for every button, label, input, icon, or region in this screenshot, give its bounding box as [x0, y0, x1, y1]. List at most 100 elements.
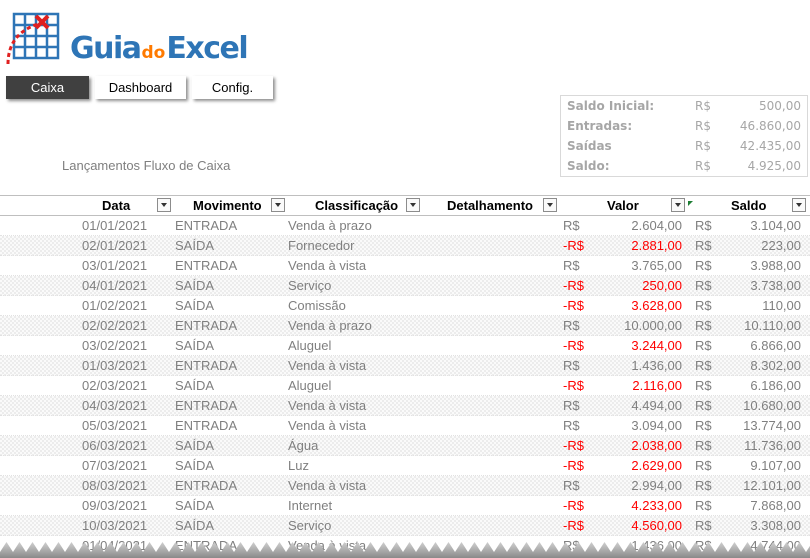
table-row[interactable]: 01/02/2021 SAÍDA Comissão -R$ 3.628,00 R$ 110,… [0, 296, 810, 316]
cell-classificacao[interactable]: Venda à vista [288, 256, 366, 276]
cell-movimento[interactable]: ENTRADA [175, 356, 237, 376]
cell-classificacao[interactable]: Serviço [288, 276, 331, 296]
table-row[interactable]: 03/01/2021 ENTRADA Venda à vista R$ 3.765,00… [0, 256, 810, 276]
cell-valor-currency[interactable]: R$ [563, 476, 580, 496]
cell-saldo[interactable]: 223,00 [761, 236, 801, 256]
cell-valor[interactable]: 1.436,00 [631, 356, 682, 376]
cell-movimento[interactable]: SAÍDA [175, 336, 214, 356]
table-row[interactable]: 01/01/2021 ENTRADA Venda à prazo R$ 2.604,00… [0, 216, 810, 236]
cell-valor[interactable]: 3.244,00 [631, 336, 682, 356]
cell-valor[interactable]: 2.038,00 [631, 436, 682, 456]
cell-valor-currency[interactable]: -R$ [563, 376, 584, 396]
cell-data[interactable]: 08/03/2021 [82, 476, 147, 496]
cell-saldo-currency[interactable]: R$ [695, 356, 712, 376]
table-row[interactable]: 08/03/2021 ENTRADA Venda à vista R$ 2.994,00… [0, 476, 810, 496]
table-row[interactable]: 02/03/2021 SAÍDA Aluguel -R$ 2.116,00 R$ 6.186… [0, 376, 810, 396]
cell-saldo[interactable]: 6.866,00 [750, 336, 801, 356]
cell-saldo-currency[interactable]: R$ [695, 336, 712, 356]
filter-dropdown-icon[interactable] [157, 198, 171, 212]
cell-saldo[interactable]: 8.302,00 [750, 356, 801, 376]
cell-valor[interactable]: 2.881,00 [631, 236, 682, 256]
cell-data[interactable]: 03/01/2021 [82, 256, 147, 276]
cell-valor[interactable]: 3.765,00 [631, 256, 682, 276]
filter-dropdown-icon[interactable] [543, 198, 557, 212]
cell-saldo[interactable]: 3.738,00 [750, 276, 801, 296]
cell-movimento[interactable]: ENTRADA [175, 316, 237, 336]
cell-data[interactable]: 10/03/2021 [82, 516, 147, 536]
cell-saldo[interactable]: 10.680,00 [743, 396, 801, 416]
table-row[interactable]: 02/02/2021 ENTRADA Venda à prazo R$ 10.000,0… [0, 316, 810, 336]
cell-saldo-currency[interactable]: R$ [695, 496, 712, 516]
cell-saldo-currency[interactable]: R$ [695, 216, 712, 236]
table-row[interactable]: 07/03/2021 SAÍDA Luz -R$ 2.629,00 R$ 9.107,00 [0, 456, 810, 476]
cell-valor-currency[interactable]: -R$ [563, 276, 584, 296]
cell-saldo[interactable]: 9.107,00 [750, 456, 801, 476]
cell-saldo[interactable]: 3.308,00 [750, 516, 801, 536]
cell-movimento[interactable]: ENTRADA [175, 256, 237, 276]
table-row[interactable]: 02/01/2021 SAÍDA Fornecedor -R$ 2.881,00 R$ 22… [0, 236, 810, 256]
cell-saldo-currency[interactable]: R$ [695, 256, 712, 276]
cell-saldo[interactable]: 3.104,00 [750, 216, 801, 236]
cell-data[interactable]: 09/03/2021 [82, 496, 147, 516]
cell-saldo[interactable]: 10.110,00 [744, 316, 801, 336]
cell-movimento[interactable]: ENTRADA [175, 416, 237, 436]
cell-valor[interactable]: 2.116,00 [632, 376, 682, 396]
cell-movimento[interactable]: ENTRADA [175, 476, 237, 496]
cell-valor-currency[interactable]: -R$ [563, 516, 584, 536]
cell-saldo[interactable]: 12.101,00 [743, 476, 801, 496]
cell-saldo-currency[interactable]: R$ [695, 456, 712, 476]
cell-valor-currency[interactable]: R$ [563, 416, 580, 436]
cell-classificacao[interactable]: Comissão [288, 296, 346, 316]
table-row[interactable]: 05/03/2021 ENTRADA Venda à vista R$ 3.094,00… [0, 416, 810, 436]
filter-dropdown-icon[interactable] [792, 198, 806, 212]
cell-movimento[interactable]: SAÍDA [175, 516, 214, 536]
cell-saldo-currency[interactable]: R$ [695, 376, 712, 396]
cell-saldo[interactable]: 110,00 [762, 296, 801, 316]
cell-data[interactable]: 02/01/2021 [82, 236, 147, 256]
cell-data[interactable]: 05/03/2021 [82, 416, 147, 436]
cell-classificacao[interactable]: Venda à vista [288, 396, 366, 416]
table-row[interactable]: 10/03/2021 SAÍDA Serviço -R$ 4.560,00 R$ 3.308… [0, 516, 810, 536]
tab-dashboard[interactable]: Dashboard [95, 76, 186, 99]
table-row[interactable]: 03/02/2021 SAÍDA Aluguel -R$ 3.244,00 R$ 6.866… [0, 336, 810, 356]
cell-saldo-currency[interactable]: R$ [695, 516, 712, 536]
cell-classificacao[interactable]: Luz [288, 456, 309, 476]
cell-saldo-currency[interactable]: R$ [695, 316, 712, 336]
cell-saldo-currency[interactable]: R$ [695, 276, 712, 296]
cell-valor-currency[interactable]: -R$ [563, 496, 584, 516]
cell-valor[interactable]: 4.560,00 [631, 516, 682, 536]
cell-valor-currency[interactable]: -R$ [563, 456, 584, 476]
cell-valor-currency[interactable]: R$ [563, 256, 580, 276]
tab-caixa[interactable]: Caixa [6, 76, 89, 99]
cell-saldo[interactable]: 11.736,00 [744, 436, 801, 456]
cell-classificacao[interactable]: Venda à vista [288, 476, 366, 496]
cell-data[interactable]: 04/01/2021 [82, 276, 147, 296]
cell-movimento[interactable]: SAÍDA [175, 296, 214, 316]
cell-valor[interactable]: 4.494,00 [631, 396, 682, 416]
cell-movimento[interactable]: ENTRADA [175, 216, 237, 236]
filter-dropdown-icon[interactable] [671, 198, 685, 212]
cell-data[interactable]: 06/03/2021 [82, 436, 147, 456]
cell-saldo[interactable]: 3.988,00 [750, 256, 801, 276]
cell-data[interactable]: 02/02/2021 [82, 316, 147, 336]
cell-saldo[interactable]: 13.774,00 [743, 416, 801, 436]
table-row[interactable]: 04/03/2021 ENTRADA Venda à vista R$ 4.494,00… [0, 396, 810, 416]
cell-classificacao[interactable]: Venda à prazo [288, 216, 372, 236]
table-row[interactable]: 01/03/2021 ENTRADA Venda à vista R$ 1.436,00… [0, 356, 810, 376]
table-row[interactable]: 09/03/2021 SAÍDA Internet -R$ 4.233,00 R$ 7.86… [0, 496, 810, 516]
table-row[interactable]: 04/01/2021 SAÍDA Serviço -R$ 250,00 R$ 3.738,0… [0, 276, 810, 296]
table-row[interactable]: 06/03/2021 SAÍDA Água -R$ 2.038,00 R$ 11.736,0… [0, 436, 810, 456]
cell-saldo-currency[interactable]: R$ [695, 236, 712, 256]
cell-valor-currency[interactable]: R$ [563, 356, 580, 376]
cell-data[interactable]: 04/03/2021 [82, 396, 147, 416]
cell-valor-currency[interactable]: R$ [563, 216, 580, 236]
cell-saldo-currency[interactable]: R$ [695, 436, 712, 456]
cell-valor-currency[interactable]: -R$ [563, 236, 584, 256]
cell-valor-currency[interactable]: -R$ [563, 336, 584, 356]
cell-classificacao[interactable]: Venda à prazo [288, 316, 372, 336]
cell-saldo-currency[interactable]: R$ [695, 396, 712, 416]
cell-movimento[interactable]: SAÍDA [175, 276, 214, 296]
cell-valor[interactable]: 2.994,00 [631, 476, 682, 496]
cell-valor-currency[interactable]: R$ [563, 396, 580, 416]
cell-classificacao[interactable]: Internet [288, 496, 332, 516]
